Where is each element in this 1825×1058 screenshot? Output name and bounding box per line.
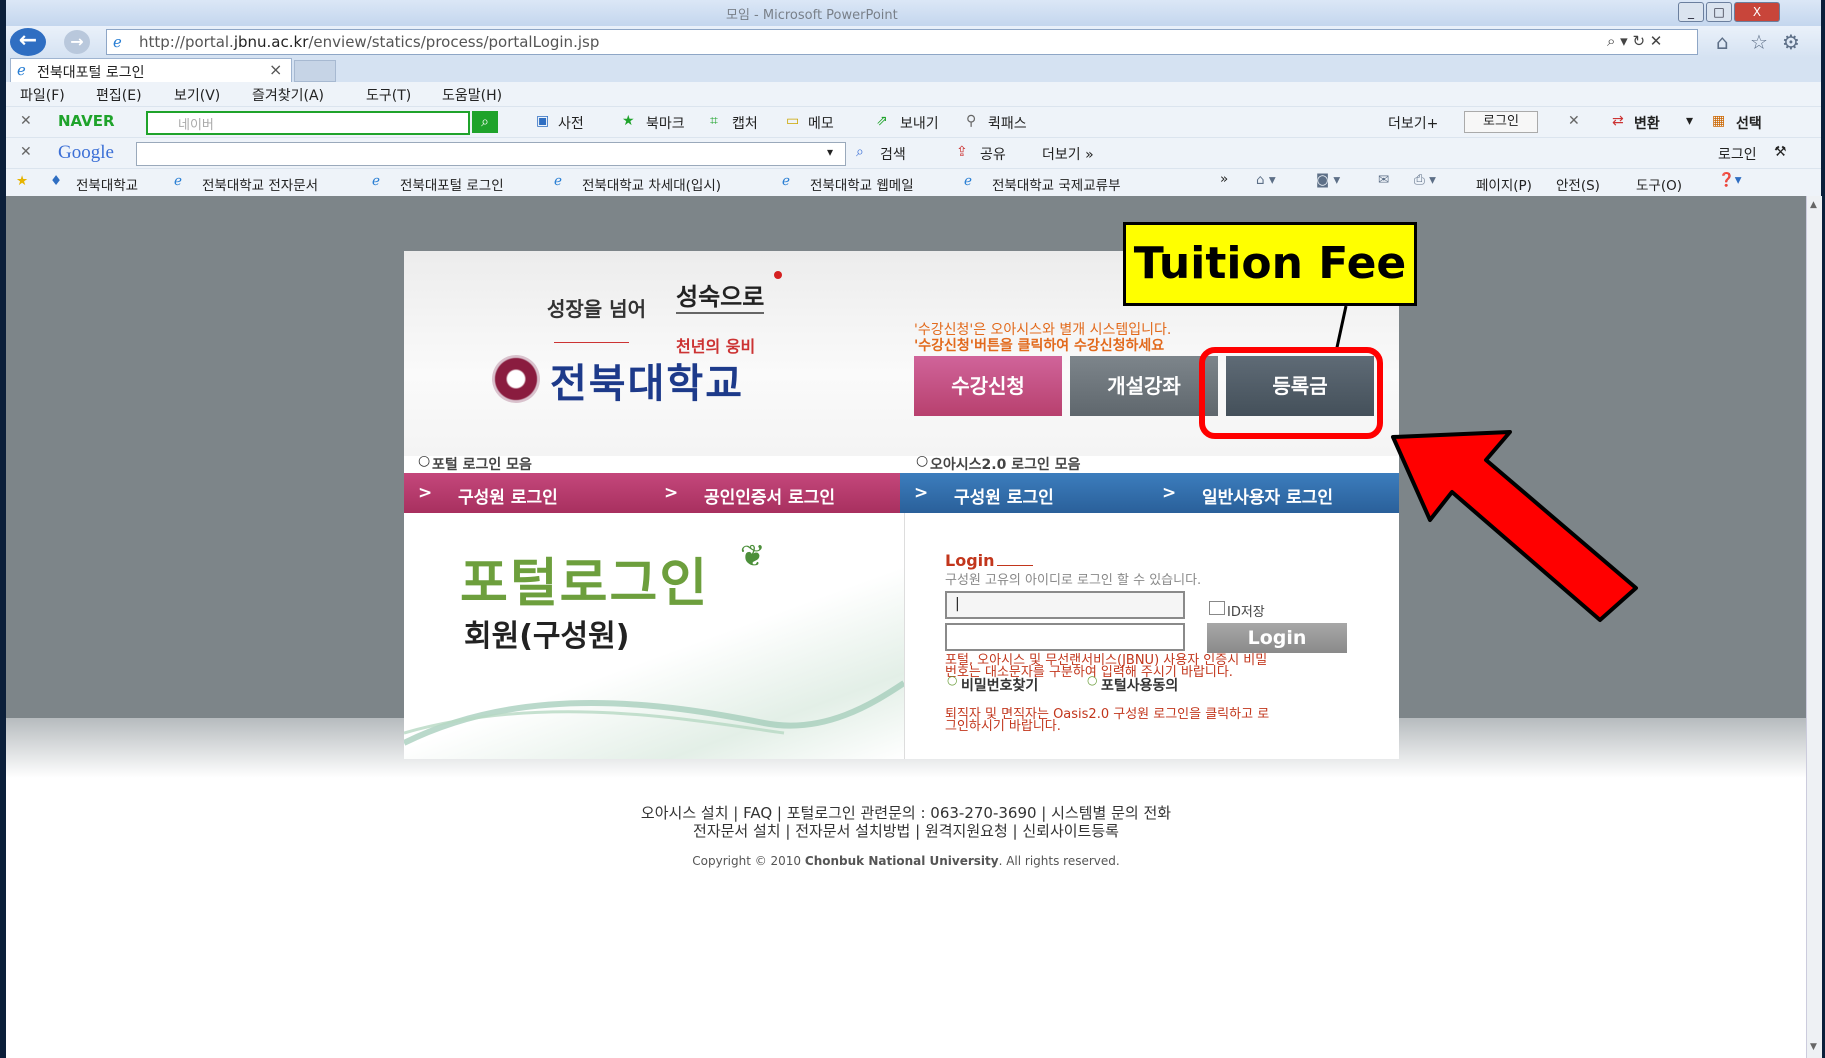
tuition-highlight-box <box>1199 347 1383 439</box>
callout-pointer-line <box>1334 305 1348 353</box>
annotation-overlay <box>1334 305 1638 622</box>
red-arrow-icon <box>1391 430 1638 622</box>
